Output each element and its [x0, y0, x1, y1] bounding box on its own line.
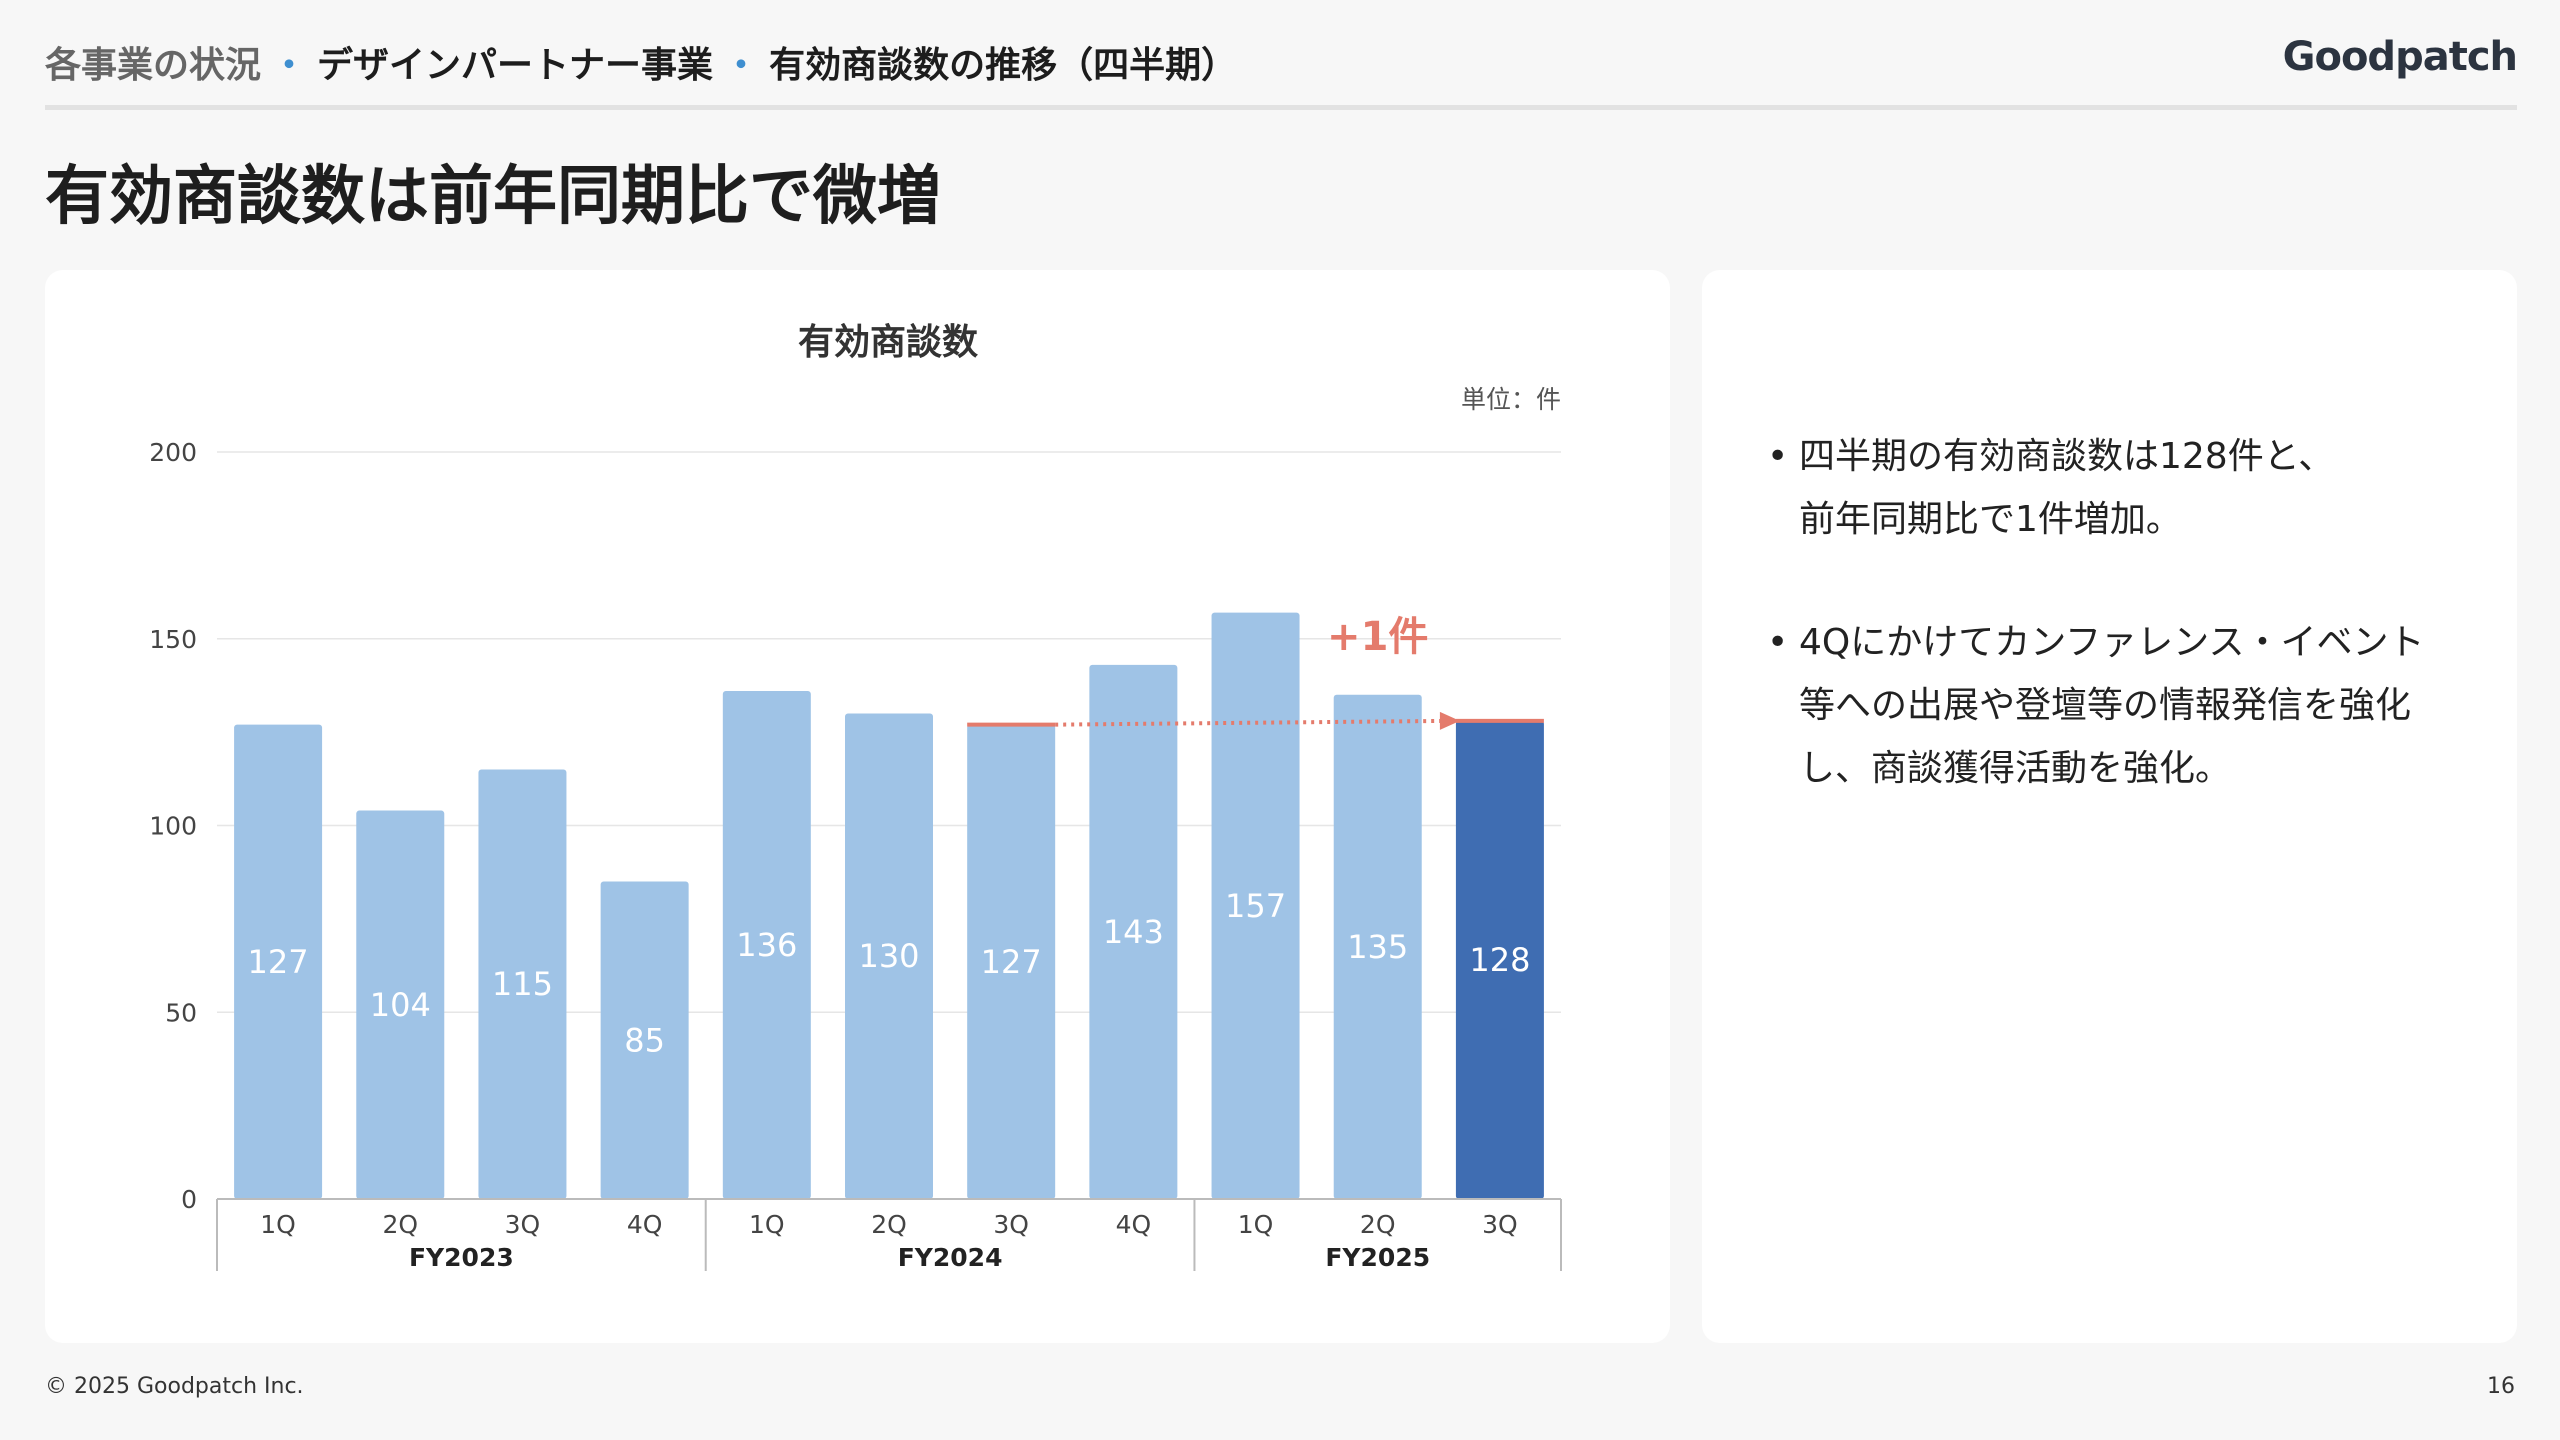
bullet-line: 四半期の有効商談数は128件と、 — [1799, 436, 2335, 477]
y-tick-label: 0 — [181, 1185, 197, 1214]
bullet-dot-icon: • — [1767, 622, 1789, 663]
company-logo: Goodpatch — [2282, 34, 2518, 80]
x-tick-label: 4Q — [627, 1210, 663, 1239]
x-tick-label: 2Q — [871, 1210, 907, 1239]
bar-value-label: 136 — [736, 926, 797, 964]
bullet-line: 4Qにかけてカンファレンス・イベント — [1799, 622, 2425, 663]
page-title: 有効商談数は前年同期比で微増 — [45, 160, 941, 234]
breadcrumb-separator: ・ — [723, 45, 760, 86]
x-group-label: FY2025 — [1325, 1243, 1430, 1272]
x-tick-label: 3Q — [993, 1210, 1029, 1239]
x-tick-label: 2Q — [382, 1210, 418, 1239]
x-tick-label: 4Q — [1116, 1210, 1152, 1239]
x-tick-label: 3Q — [1482, 1210, 1518, 1239]
bars: 127 104 115 85 136 130 127 143 157 135 128 — [234, 612, 1544, 1199]
bar-value-label: 115 — [492, 965, 553, 1003]
page-number: 16 — [2487, 1374, 2515, 1399]
x-tick-label: 1Q — [749, 1210, 785, 1239]
bullet-item: • 四半期の有効商談数は128件と、 前年同期比で1件増加。 — [1767, 425, 2487, 551]
bullet-item: • 4Qにかけてカンファレンス・イベント 等への出展や登壇等の情報発信を強化 し… — [1767, 611, 2487, 800]
bullet-line: 等への出展や登壇等の情報発信を強化 — [1799, 685, 2412, 726]
footer-copyright: © 2025 Goodpatch Inc. — [45, 1374, 304, 1399]
x-tick-label: 1Q — [1238, 1210, 1274, 1239]
bar-value-label: 157 — [1225, 887, 1286, 925]
chart-card: 有効商談数 単位：件 0 50 100 150 200 127 104 115 85 136 13… — [45, 270, 1670, 1343]
x-tick-label: 2Q — [1360, 1210, 1396, 1239]
x-tick-label: 3Q — [505, 1210, 541, 1239]
commentary-card: • 四半期の有効商談数は128件と、 前年同期比で1件増加。 • 4Qにかけてカ… — [1702, 270, 2517, 1343]
breadcrumb-separator: ・ — [271, 45, 308, 86]
bar-value-label: 127 — [981, 943, 1042, 981]
bullet-dot-icon: • — [1767, 436, 1789, 477]
x-axis: 1Q 2Q 3Q 4Q 1Q 2Q 3Q 4Q 1Q 2Q 3Q FY2023 FY2024 FY2025 — [216, 1198, 1562, 1272]
bar-value-label: 128 — [1469, 941, 1530, 979]
bar-chart: 有効商談数 単位：件 0 50 100 150 200 127 104 115 85 136 13… — [149, 322, 1562, 1272]
breadcrumb-item-section: 各事業の状況 — [45, 45, 262, 86]
breadcrumb-item-business: デザインパートナー事業 — [317, 45, 714, 86]
bar-value-label: 143 — [1103, 913, 1164, 951]
bar-value-label: 104 — [370, 986, 431, 1024]
annotation-label: +1件 — [1327, 614, 1428, 660]
y-tick-label: 100 — [149, 812, 197, 841]
y-tick-label: 50 — [165, 998, 197, 1027]
chart-title: 有効商談数 — [798, 322, 978, 363]
page-header: 各事業の状況・デザインパートナー事業・有効商談数の推移（四半期） Goodpat… — [45, 30, 2518, 110]
bullet-line: し、商談獲得活動を強化。 — [1799, 748, 2232, 789]
unit-label: 単位：件 — [1461, 385, 1561, 414]
y-tick-label: 200 — [149, 438, 197, 467]
x-tick-label: 1Q — [260, 1210, 296, 1239]
bullet-line: 前年同期比で1件増加。 — [1799, 499, 2182, 540]
bar-value-label: 130 — [858, 937, 919, 975]
bullet-list: • 四半期の有効商談数は128件と、 前年同期比で1件増加。 • 4Qにかけてカ… — [1767, 425, 2487, 860]
x-group-label: FY2024 — [898, 1243, 1003, 1272]
x-group-label: FY2023 — [409, 1243, 514, 1272]
breadcrumb: 各事業の状況・デザインパートナー事業・有効商談数の推移（四半期） — [45, 36, 1237, 88]
bar-value-label: 127 — [248, 943, 309, 981]
y-tick-label: 150 — [149, 625, 197, 654]
bar-value-label: 85 — [624, 1021, 665, 1059]
bar-value-label: 135 — [1347, 928, 1408, 966]
breadcrumb-item-topic: 有効商談数の推移（四半期） — [769, 45, 1238, 86]
